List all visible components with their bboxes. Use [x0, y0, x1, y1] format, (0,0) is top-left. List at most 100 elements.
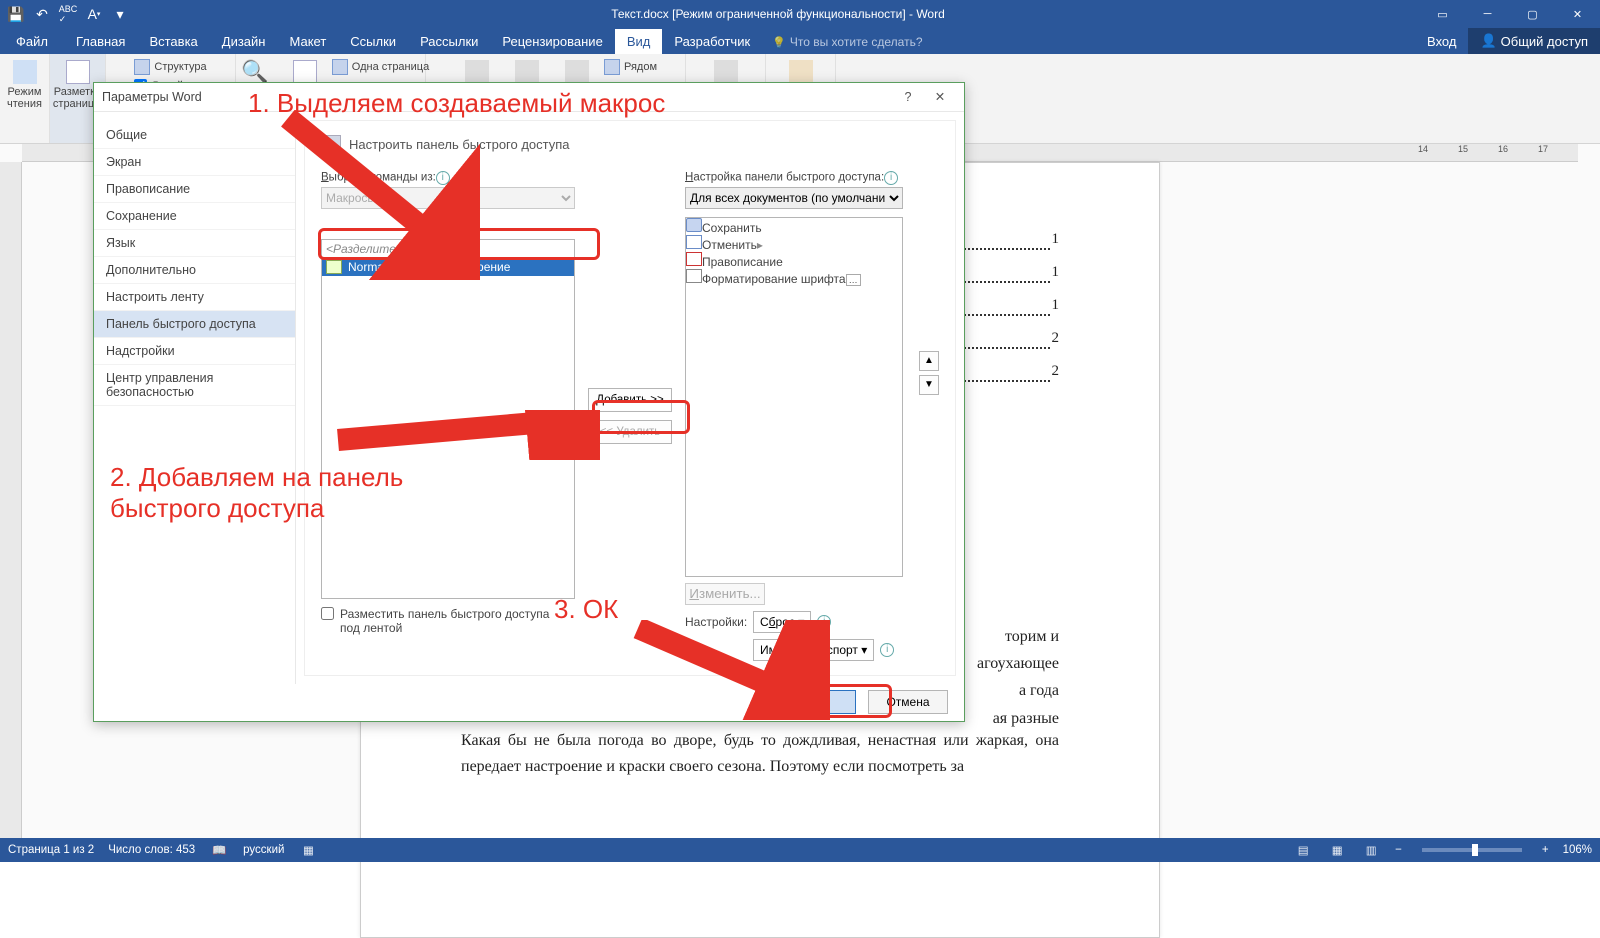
tab-developer[interactable]: Разработчик — [662, 29, 762, 54]
share-icon: 👤 — [1480, 33, 1496, 49]
customize-for-select[interactable]: Для всех документов (по умолчанию) — [685, 187, 903, 209]
close-icon[interactable]: ✕ — [1555, 0, 1600, 28]
minimize-icon[interactable]: ─ — [1465, 0, 1510, 28]
one-page-icon — [332, 59, 348, 75]
info-icon[interactable]: i — [817, 615, 831, 629]
tab-design[interactable]: Дизайн — [210, 29, 278, 54]
import-export-button[interactable]: Импорт и экспорт ▾ — [753, 639, 874, 661]
status-words[interactable]: Число слов: 453 — [108, 844, 195, 856]
customize-for-label: Настройка панели быстрого доступа:i — [685, 171, 903, 185]
qat-customize-icon[interactable]: ▾ — [108, 2, 132, 26]
undo-icon — [686, 235, 702, 249]
nav-addins[interactable]: Надстройки — [94, 338, 295, 365]
macros-icon — [789, 60, 813, 84]
dialog-title-text: Параметры Word — [102, 90, 202, 104]
maximize-icon[interactable]: ▢ — [1510, 0, 1555, 28]
tell-me-input[interactable]: Что вы хотите сделать? — [762, 30, 932, 54]
cancel-button[interactable]: Отмена — [868, 690, 948, 714]
quick-access-toolbar: 💾 ↶ ABC✓ A▾ ▾ — [0, 2, 136, 26]
tab-layout[interactable]: Макет — [277, 29, 338, 54]
ok-button[interactable]: ОК — [776, 690, 856, 714]
nav-proofing[interactable]: Правописание — [94, 176, 295, 203]
zoom-slider[interactable] — [1422, 848, 1522, 852]
info-icon[interactable]: i — [884, 171, 898, 185]
reading-icon — [13, 60, 37, 84]
share-button[interactable]: 👤Общий доступ — [1468, 28, 1600, 54]
new-window-icon — [465, 60, 489, 84]
ribbon-options-icon[interactable]: ▭ — [1420, 0, 1465, 28]
window-title: Текст.docx [Режим ограниченной функциона… — [136, 7, 1420, 21]
commands-listbox[interactable]: <Разделитель> Normal.NewMacros.Ударение — [321, 239, 575, 599]
nav-qat[interactable]: Панель быстрого доступа — [94, 311, 295, 338]
paragraph-fragment: торим иагоухающееа годаая разные — [977, 623, 1059, 732]
status-macro-icon[interactable]: ▦ — [298, 842, 318, 858]
status-page[interactable]: Страница 1 из 2 — [8, 844, 94, 856]
below-ribbon-checkbox[interactable] — [321, 607, 334, 620]
macro-item[interactable]: Normal.NewMacros.Ударение — [322, 258, 574, 276]
nav-display[interactable]: Экран — [94, 149, 295, 176]
tab-home[interactable]: Главная — [64, 29, 137, 54]
move-up-button[interactable]: ▲ — [919, 351, 939, 371]
nav-advanced[interactable]: Дополнительно — [94, 257, 295, 284]
word-options-dialog: Параметры Word ? ✕ Общие Экран Правописа… — [93, 82, 965, 722]
qat-item-save[interactable]: Сохранить — [686, 218, 902, 235]
status-proof-icon[interactable]: 📖 — [209, 842, 229, 858]
tab-mailings[interactable]: Рассылки — [408, 29, 490, 54]
qat-listbox[interactable]: Сохранить Отменить▸ Правописание Формати… — [685, 217, 903, 577]
dialog-help-icon[interactable]: ? — [892, 85, 924, 109]
expand-icon[interactable]: … — [846, 274, 861, 286]
separator-item[interactable]: <Разделитель> — [322, 240, 574, 258]
save-icon[interactable]: 💾 — [4, 2, 28, 26]
choose-from-label: Выбрать команды из:i — [321, 171, 575, 185]
reset-button[interactable]: Сброс ▾ — [753, 611, 811, 633]
nav-language[interactable]: Язык — [94, 230, 295, 257]
below-ribbon-label: Разместить панель быстрого доступа под л… — [340, 607, 561, 635]
outline-button[interactable]: Структура — [134, 58, 206, 76]
undo-icon[interactable]: ↶ — [30, 2, 54, 26]
vertical-ruler[interactable] — [0, 162, 22, 838]
zoom-icon: 🔍 — [241, 60, 268, 84]
font-format-icon[interactable]: A▾ — [82, 2, 106, 26]
nav-customize-ribbon[interactable]: Настроить ленту — [94, 284, 295, 311]
dialog-header-text: Настроить панель быстрого доступа — [349, 137, 570, 152]
arrange-icon — [515, 60, 539, 84]
view-read-icon[interactable]: ▤ — [1293, 842, 1313, 858]
qat-item-undo[interactable]: Отменить▸ — [686, 235, 902, 252]
spell-icon — [686, 252, 702, 266]
tab-file[interactable]: Файл — [0, 29, 64, 54]
info-icon[interactable]: i — [436, 171, 450, 185]
tab-insert[interactable]: Вставка — [137, 29, 209, 54]
tab-view[interactable]: Вид — [615, 29, 663, 54]
move-down-button[interactable]: ▼ — [919, 375, 939, 395]
reading-mode-button[interactable]: Режим чтения — [2, 58, 48, 112]
add-button[interactable]: Добавить >> — [588, 388, 672, 412]
choose-from-select[interactable]: Макросы — [321, 187, 575, 209]
tab-references[interactable]: Ссылки — [338, 29, 408, 54]
modify-button[interactable]: Изменить... — [685, 583, 765, 605]
hundred-icon — [293, 60, 317, 84]
nav-trust[interactable]: Центр управления безопасностью — [94, 365, 295, 406]
nav-save[interactable]: Сохранение — [94, 203, 295, 230]
remove-button[interactable]: << Удалить — [588, 420, 672, 444]
view-web-icon[interactable]: ▥ — [1361, 842, 1381, 858]
side-by-side-button[interactable]: Рядом — [604, 58, 657, 76]
side-by-side-icon — [604, 59, 620, 75]
zoom-in-button[interactable]: + — [1542, 844, 1549, 856]
qat-header-icon — [321, 135, 341, 155]
outline-icon — [134, 59, 150, 75]
info-icon[interactable]: i — [880, 643, 894, 657]
status-language[interactable]: русский — [243, 844, 284, 856]
one-page-button[interactable]: Одна страница — [332, 58, 429, 76]
zoom-level[interactable]: 106% — [1563, 844, 1592, 856]
view-print-icon[interactable]: ▦ — [1327, 842, 1347, 858]
zoom-out-button[interactable]: − — [1395, 844, 1402, 856]
qat-item-spell[interactable]: Правописание — [686, 252, 902, 269]
body-paragraph: Какая бы не была погода во дворе, будь т… — [461, 728, 1059, 779]
sign-in-button[interactable]: Вход — [1415, 29, 1468, 54]
qat-item-format[interactable]: Форматирование шрифта… — [686, 269, 902, 286]
save-icon — [686, 218, 702, 232]
nav-general[interactable]: Общие — [94, 122, 295, 149]
spell-icon[interactable]: ABC✓ — [56, 2, 80, 26]
dialog-close-icon[interactable]: ✕ — [924, 85, 956, 109]
tab-review[interactable]: Рецензирование — [490, 29, 614, 54]
